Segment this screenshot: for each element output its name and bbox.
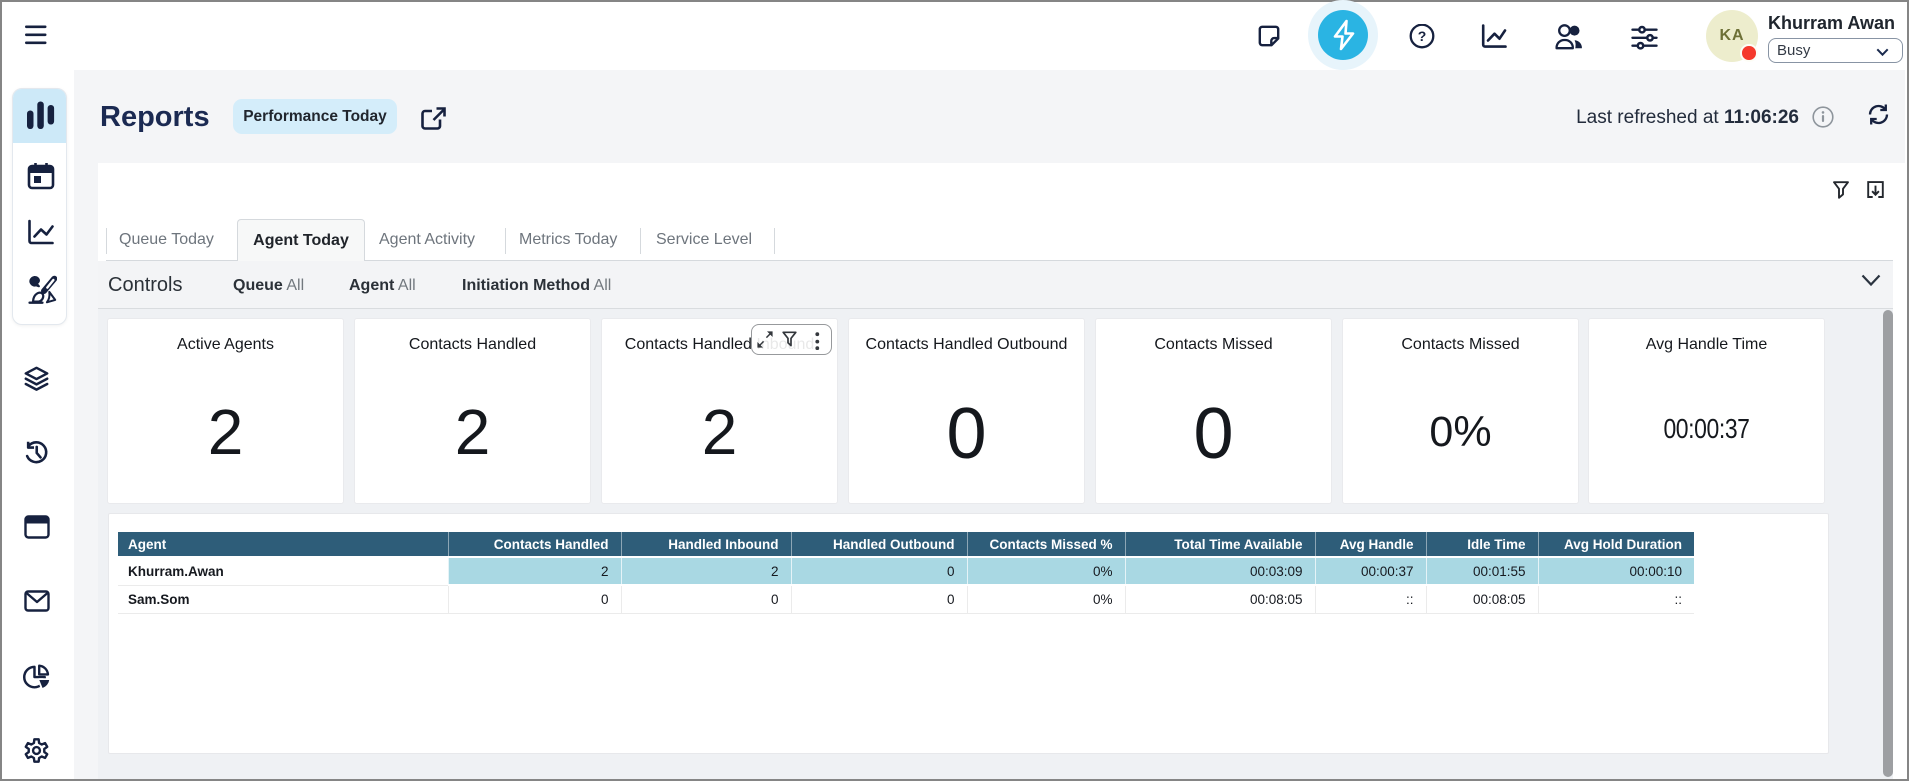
- svg-text:?: ?: [1418, 28, 1427, 44]
